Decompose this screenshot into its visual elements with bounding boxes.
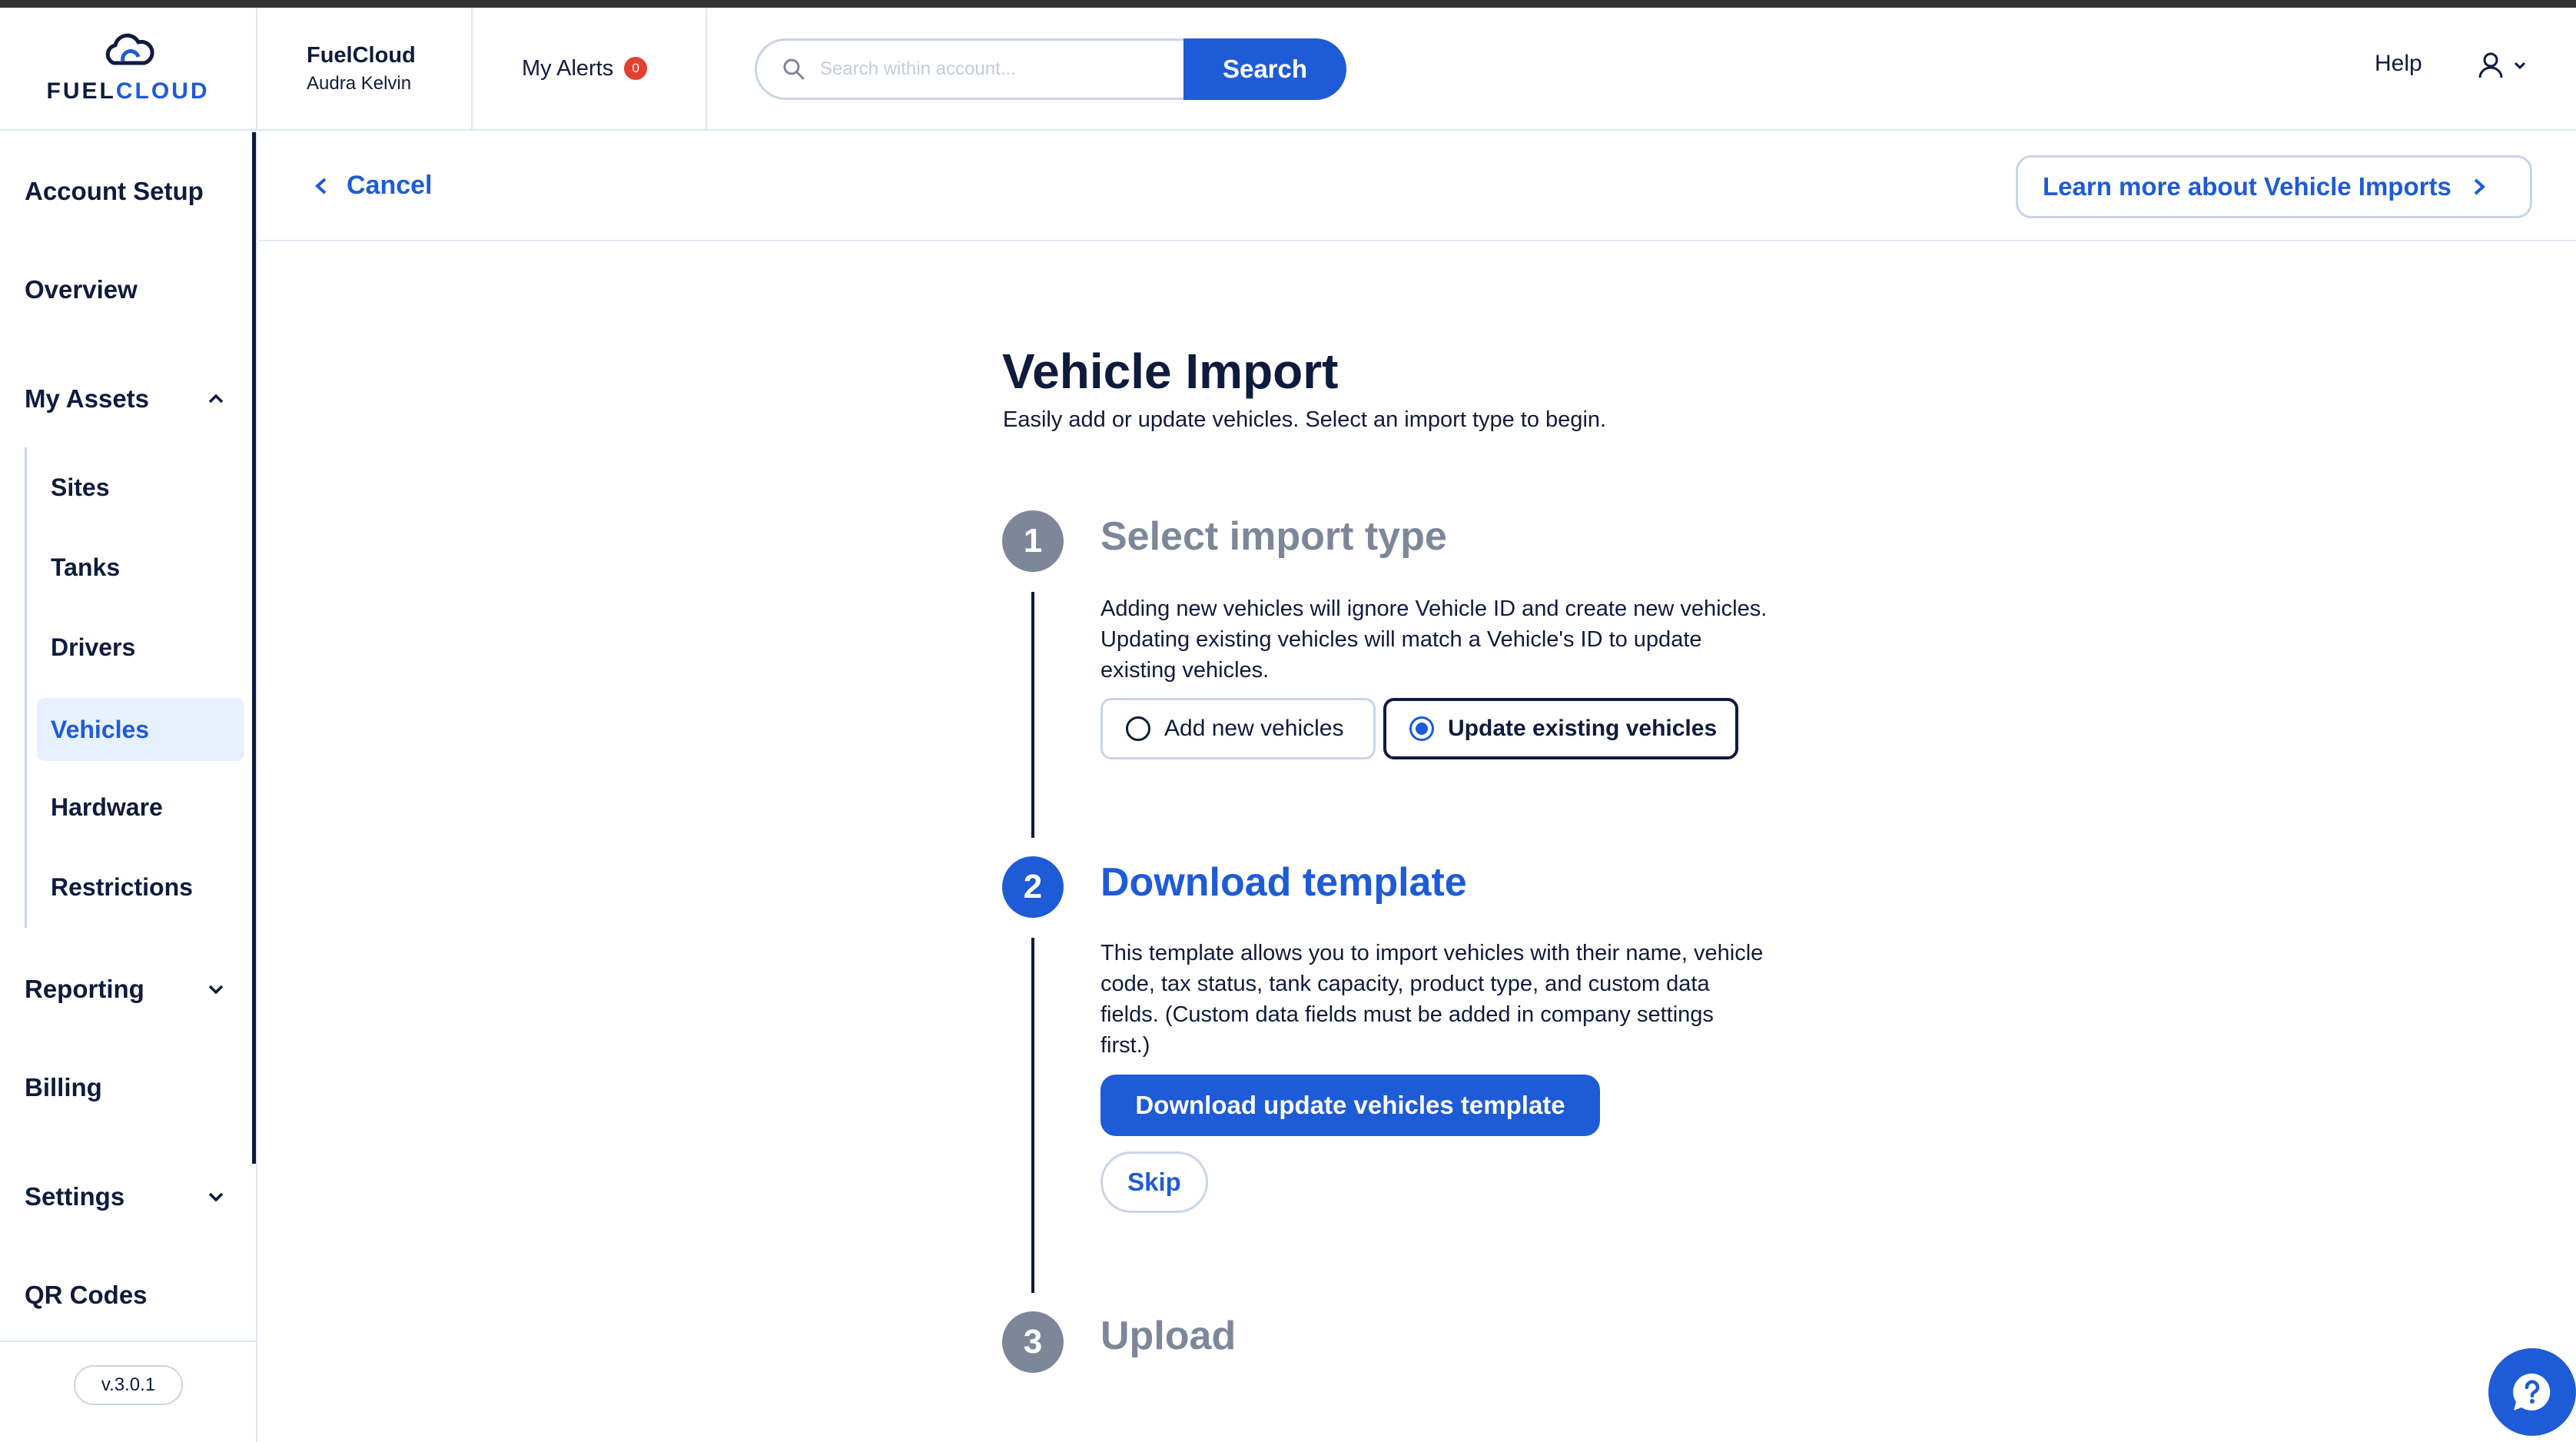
sidebar-item-my-assets[interactable]: My Assets (25, 384, 232, 414)
step-2-description: This template allows you to import vehic… (1100, 938, 1838, 1061)
download-template-button[interactable]: Download update vehicles template (1100, 1075, 1600, 1136)
chevron-up-icon (208, 394, 224, 404)
sidebar-item-label: My Assets (25, 384, 150, 413)
add-new-vehicles-radio[interactable]: Add new vehicles (1100, 698, 1376, 759)
chevron-left-icon (315, 178, 327, 194)
cancel-button[interactable]: Cancel (313, 171, 433, 201)
search-field[interactable] (755, 38, 1183, 100)
description-line: fields. (Custom data fields must be adde… (1100, 1002, 1714, 1027)
step-1-title: Select import type (1100, 514, 1447, 559)
learn-more-button[interactable]: Learn more about Vehicle Imports (2016, 155, 2532, 218)
version-badge: v.3.0.1 (74, 1365, 183, 1405)
description-line: This template allows you to import vehic… (1100, 941, 1764, 965)
page-subheader: Cancel Learn more about Vehicle Imports (259, 132, 2576, 241)
sidebar-item-qr-codes[interactable]: QR Codes (25, 1281, 148, 1310)
alerts-label: My Alerts (522, 55, 614, 81)
assets-subnav-line (25, 447, 27, 928)
search-icon (783, 58, 805, 80)
sidebar-item-settings[interactable]: Settings (25, 1182, 232, 1211)
update-existing-vehicles-radio[interactable]: Update existing vehicles (1383, 698, 1738, 759)
sidebar-item-billing[interactable]: Billing (25, 1073, 102, 1102)
radio-label: Add new vehicles (1164, 716, 1344, 741)
sidebar-item-label: Reporting (25, 975, 144, 1003)
chevron-right-icon (2474, 178, 2485, 195)
sidebar-item-vehicles[interactable]: Vehicles (37, 698, 244, 761)
step-1-connector (1031, 592, 1034, 838)
chevron-down-icon (2514, 61, 2526, 70)
learn-more-label: Learn more about Vehicle Imports (2043, 172, 2452, 201)
my-alerts-button[interactable]: My Alerts 0 (473, 8, 707, 129)
radio-circle-selected (1409, 716, 1434, 741)
description-line: code, tax status, tank capacity, product… (1100, 972, 1710, 996)
step-2-number: 2 (1002, 856, 1064, 918)
user-menu[interactable] (2476, 51, 2527, 80)
sidebar-item-label: Settings (25, 1182, 125, 1211)
question-bubble-icon (2513, 1373, 2551, 1410)
step-1-number: 1 (1002, 510, 1064, 572)
radio-circle (1126, 716, 1150, 741)
skip-button[interactable]: Skip (1100, 1151, 1208, 1213)
sidebar-item-restrictions[interactable]: Restrictions (51, 873, 193, 902)
window-top-strip (0, 0, 2576, 8)
sidebar-item-hardware[interactable]: Hardware (51, 793, 163, 822)
description-line: existing vehicles. (1100, 658, 1270, 683)
help-chat-button[interactable] (2488, 1348, 2576, 1436)
user-icon (2478, 52, 2503, 78)
chevron-down-icon (208, 985, 224, 995)
cloud-logo-icon (105, 33, 154, 65)
description-line: Updating existing vehicles will match a … (1100, 627, 1702, 652)
search-bar: Search (755, 38, 1346, 100)
step-2-connector (1031, 938, 1034, 1293)
radio-label: Update existing vehicles (1448, 716, 1718, 741)
page-title: Vehicle Import (1002, 344, 1339, 399)
sidebar-divider (0, 1341, 256, 1342)
search-button[interactable]: Search (1183, 38, 1346, 100)
page-subtitle: Easily add or update vehicles. Select an… (1003, 407, 1607, 432)
alerts-count-badge: 0 (624, 57, 648, 80)
step-2-title: Download template (1100, 860, 1467, 905)
sidebar-scroll-indicator (252, 132, 256, 1164)
company-name: FuelCloud (307, 42, 416, 68)
step-3-number: 3 (1002, 1311, 1064, 1373)
step-3-title: Upload (1100, 1314, 1237, 1358)
search-input[interactable] (820, 58, 1158, 80)
logo-wordmark: FUELCLOUD (46, 78, 210, 104)
help-link[interactable]: Help (2375, 51, 2422, 77)
fuelcloud-logo[interactable]: FUELCLOUD (0, 8, 257, 129)
sidebar-item-sites[interactable]: Sites (51, 473, 109, 502)
account-switcher[interactable]: FuelCloud Audra Kelvin (257, 8, 473, 129)
step-1-description: Adding new vehicles will ignore Vehicle … (1100, 593, 1838, 686)
cancel-label: Cancel (347, 171, 433, 200)
sidebar-item-overview[interactable]: Overview (25, 275, 138, 304)
sidebar-nav: Account Setup Overview My Assets Sites T… (0, 132, 257, 1442)
sidebar-item-reporting[interactable]: Reporting (25, 975, 232, 1004)
description-line: first.) (1100, 1033, 1150, 1058)
user-name: Audra Kelvin (307, 72, 412, 94)
sidebar-item-drivers[interactable]: Drivers (51, 633, 135, 662)
top-header: FUELCLOUD FuelCloud Audra Kelvin My Aler… (0, 8, 2576, 131)
chevron-down-icon (208, 1192, 224, 1202)
description-line: Adding new vehicles will ignore Vehicle … (1100, 596, 1768, 621)
sidebar-item-account-setup[interactable]: Account Setup (25, 177, 204, 206)
sidebar-item-tanks[interactable]: Tanks (51, 553, 120, 582)
